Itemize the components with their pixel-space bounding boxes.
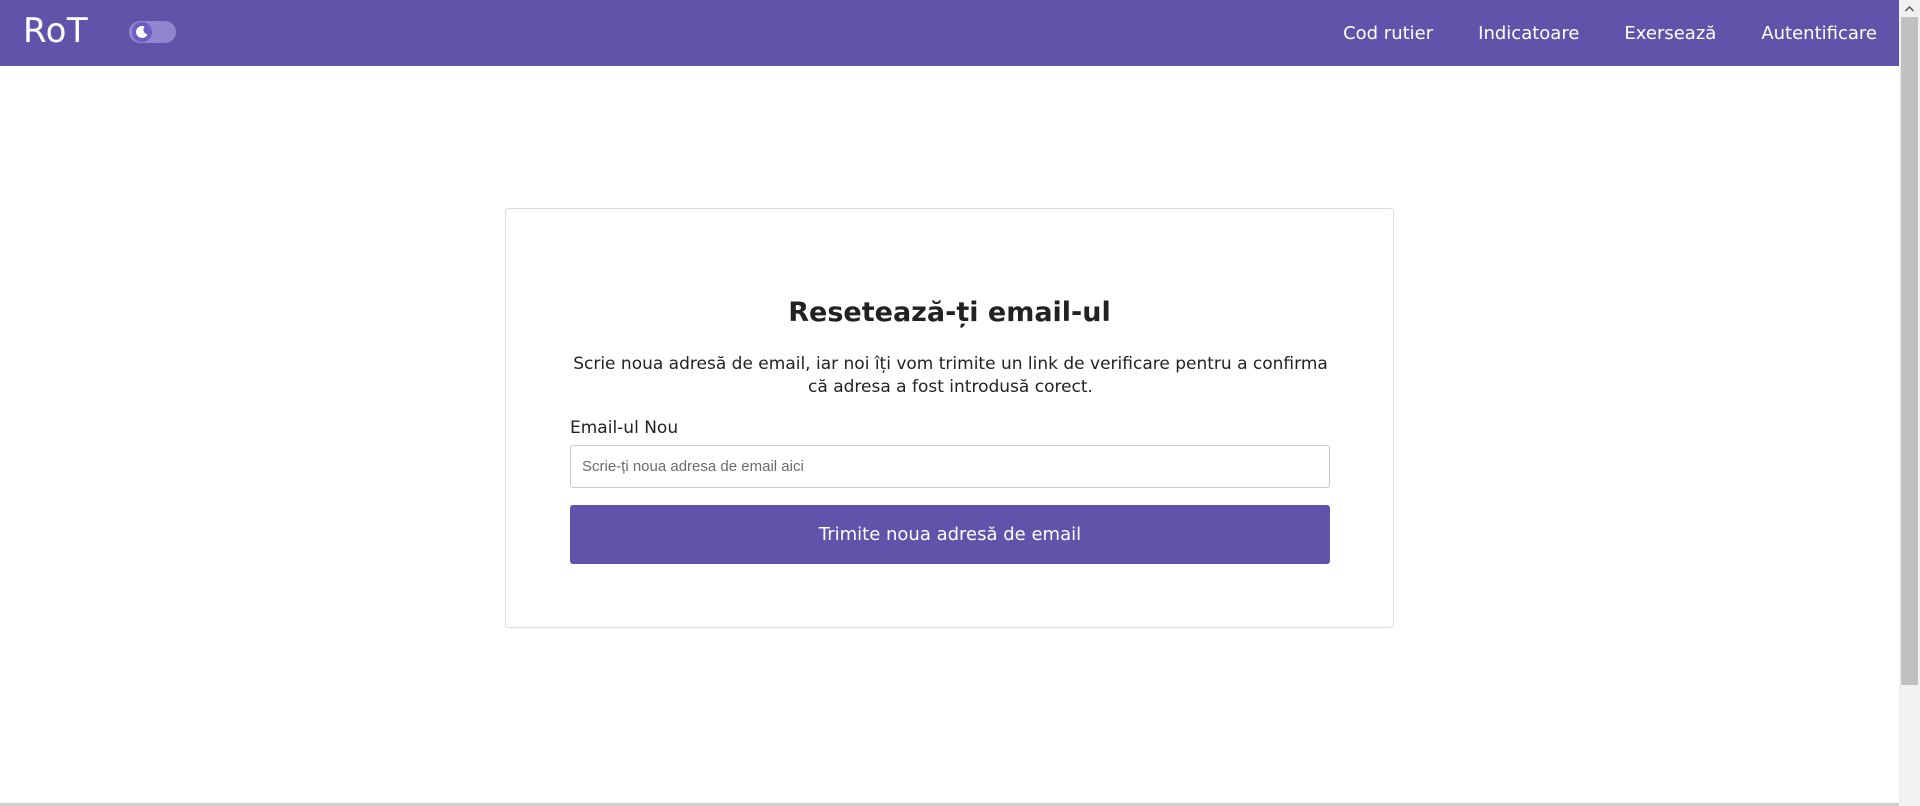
top-navbar: RoT Cod rutier Indicatoare Exersează Aut… [0, 0, 1899, 66]
reset-email-card: Resetează-ți email-ul Scrie noua adresă … [505, 208, 1394, 628]
new-email-input[interactable] [570, 445, 1330, 488]
nav-links: Cod rutier Indicatoare Exersează Autenti… [1343, 0, 1877, 66]
page: RoT Cod rutier Indicatoare Exersează Aut… [0, 0, 1920, 806]
vertical-scrollbar[interactable] [1899, 0, 1920, 806]
nav-link-exerseaza[interactable]: Exersează [1624, 23, 1716, 44]
nav-link-indicatoare[interactable]: Indicatoare [1478, 23, 1579, 44]
scrollbar-thumb[interactable] [1901, 17, 1918, 685]
email-field-label: Email-ul Nou [570, 418, 679, 438]
card-description: Scrie noua adresă de email, iar noi îți … [573, 354, 1328, 397]
moon-icon [132, 22, 152, 42]
theme-toggle[interactable] [129, 21, 176, 43]
scroll-up-arrow-icon[interactable] [1899, 0, 1920, 17]
submit-new-email-button[interactable]: Trimite noua adresă de email [570, 505, 1330, 564]
nav-link-autentificare[interactable]: Autentificare [1761, 23, 1877, 44]
brand-logo[interactable]: RoT [23, 9, 88, 53]
nav-link-cod-rutier[interactable]: Cod rutier [1343, 23, 1433, 44]
page-title: Resetează-ți email-ul [788, 297, 1111, 328]
